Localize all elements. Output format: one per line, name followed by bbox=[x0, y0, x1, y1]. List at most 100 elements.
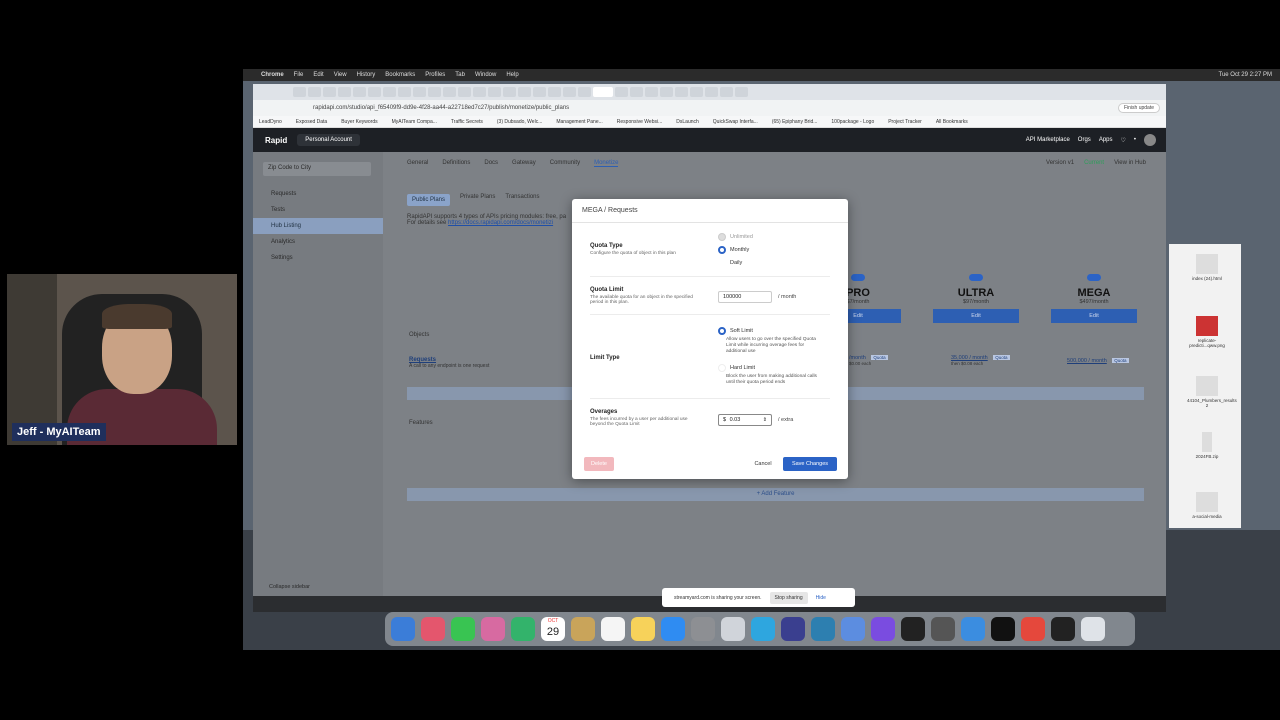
chrome-icon[interactable] bbox=[1021, 617, 1045, 641]
browser-tab[interactable] bbox=[338, 87, 351, 97]
facetime-icon[interactable] bbox=[511, 617, 535, 641]
stepper-icon[interactable]: ⇕ bbox=[763, 417, 767, 423]
sidebar-item-requests[interactable]: Requests bbox=[253, 186, 383, 202]
finder-icon[interactable] bbox=[391, 617, 415, 641]
tab-monetize[interactable]: Monetize bbox=[594, 160, 619, 167]
browser-tab[interactable] bbox=[323, 87, 336, 97]
radio-hard-limit[interactable]: Hard Limit bbox=[718, 364, 755, 372]
browser-tab[interactable] bbox=[645, 87, 658, 97]
tab-community[interactable]: Community bbox=[550, 160, 580, 167]
browser-tab[interactable] bbox=[473, 87, 486, 97]
radio-unlimited[interactable]: Unlimited bbox=[718, 233, 753, 241]
menu-history[interactable]: History bbox=[357, 72, 376, 78]
tab-transactions[interactable]: Transactions bbox=[505, 194, 539, 206]
browser-tab[interactable] bbox=[563, 87, 576, 97]
messages-icon[interactable] bbox=[451, 617, 475, 641]
browser-tab[interactable] bbox=[548, 87, 561, 97]
app-icon[interactable] bbox=[931, 617, 955, 641]
radio-daily[interactable]: Daily bbox=[718, 259, 742, 267]
files-icon[interactable] bbox=[961, 617, 985, 641]
browser-tab[interactable] bbox=[735, 87, 748, 97]
app-store-icon[interactable] bbox=[661, 617, 685, 641]
plan-toggle[interactable] bbox=[969, 274, 983, 281]
url-field[interactable]: rapidapi.com/studio/api_f65409f9-dd9e-4f… bbox=[313, 105, 853, 111]
add-feature-button[interactable]: + Add Feature bbox=[407, 488, 1144, 501]
delete-button[interactable]: Delete bbox=[584, 457, 614, 471]
radio-monthly[interactable]: Monthly bbox=[718, 246, 749, 254]
sidebar-item-analytics[interactable]: Analytics bbox=[253, 234, 383, 250]
file-item[interactable]: 2024FB.zip bbox=[1187, 432, 1227, 459]
view-in-hub-link[interactable]: View in Hub bbox=[1114, 160, 1146, 166]
browser-tab[interactable] bbox=[398, 87, 411, 97]
file-item[interactable]: a-social-media bbox=[1187, 492, 1227, 519]
menu-file[interactable]: File bbox=[294, 72, 304, 78]
plan-toggle[interactable] bbox=[1087, 274, 1101, 281]
api-marketplace-link[interactable]: API Marketplace bbox=[1026, 137, 1070, 143]
browser-tab[interactable] bbox=[368, 87, 381, 97]
file-item[interactable]: replicate-predicti...qww.png bbox=[1187, 316, 1227, 348]
browser-tab[interactable] bbox=[413, 87, 426, 97]
file-item[interactable]: 44104_Plumbers_results 2 bbox=[1187, 376, 1237, 408]
browser-tab[interactable] bbox=[503, 87, 516, 97]
app-icon[interactable] bbox=[1051, 617, 1075, 641]
notes-icon[interactable] bbox=[631, 617, 655, 641]
menu-window[interactable]: Window bbox=[475, 72, 496, 78]
tab-private-plans[interactable]: Private Plans bbox=[460, 194, 495, 206]
launchpad-icon[interactable] bbox=[421, 617, 445, 641]
bookmark-item[interactable]: Management Pane... bbox=[556, 119, 602, 125]
browser-tab[interactable] bbox=[720, 87, 733, 97]
radio-soft-limit[interactable]: Soft Limit bbox=[718, 327, 753, 335]
bookmark-item[interactable]: LeadDyno bbox=[259, 119, 282, 125]
terminal-icon[interactable] bbox=[991, 617, 1015, 641]
browser-tab[interactable] bbox=[458, 87, 471, 97]
save-changes-button[interactable]: Save Changes bbox=[783, 457, 837, 471]
tab-general[interactable]: General bbox=[407, 160, 428, 167]
calendar-icon[interactable]: OCT 29 bbox=[541, 617, 565, 641]
browser-tab[interactable] bbox=[578, 87, 591, 97]
reminders-icon[interactable] bbox=[601, 617, 625, 641]
menu-view[interactable]: View bbox=[334, 72, 347, 78]
browser-tab[interactable] bbox=[630, 87, 643, 97]
bell-icon[interactable]: • bbox=[1134, 137, 1136, 143]
browser-tab[interactable] bbox=[428, 87, 441, 97]
avatar[interactable] bbox=[1144, 134, 1156, 146]
bookmark-item[interactable]: (65) Epiphany Brid... bbox=[772, 119, 818, 125]
collapse-sidebar-button[interactable]: Collapse sidebar bbox=[269, 584, 310, 590]
sidebar-item-hub-listing[interactable]: Hub Listing bbox=[253, 218, 383, 234]
plan-edit-button[interactable]: Edit bbox=[933, 309, 1019, 323]
stop-sharing-button[interactable]: Stop sharing bbox=[769, 591, 808, 604]
version-select[interactable]: Version v1 bbox=[1046, 160, 1074, 166]
browser-tab[interactable] bbox=[293, 87, 306, 97]
browser-tab[interactable] bbox=[675, 87, 688, 97]
account-switcher[interactable]: Personal Account bbox=[297, 134, 360, 146]
menu-edit[interactable]: Edit bbox=[313, 72, 323, 78]
menu-bookmarks[interactable]: Bookmarks bbox=[385, 72, 415, 78]
browser-tab[interactable] bbox=[383, 87, 396, 97]
menu-help[interactable]: Help bbox=[506, 72, 518, 78]
app-icon[interactable] bbox=[811, 617, 835, 641]
tab-public-plans[interactable]: Public Plans bbox=[407, 194, 451, 206]
sidebar-item-tests[interactable]: Tests bbox=[253, 202, 383, 218]
bookmark-item[interactable]: Buyer Keywords bbox=[341, 119, 377, 125]
bookmark-item[interactable]: Traffic Secrets bbox=[451, 119, 483, 125]
browser-tab[interactable] bbox=[518, 87, 531, 97]
heart-icon[interactable]: ♡ bbox=[1121, 137, 1126, 144]
menu-profiles[interactable]: Profiles bbox=[425, 72, 445, 78]
apps-link[interactable]: Apps bbox=[1099, 137, 1113, 143]
bookmark-item[interactable]: Exposed Data bbox=[296, 119, 327, 125]
unity-icon[interactable] bbox=[901, 617, 925, 641]
finish-update-button[interactable]: Finish update bbox=[1117, 103, 1160, 113]
overages-input[interactable]: $ 0.03 ⇕ bbox=[718, 414, 772, 426]
photos-icon[interactable] bbox=[481, 617, 505, 641]
browser-tab[interactable] bbox=[705, 87, 718, 97]
bookmark-item[interactable]: 100package - Logo bbox=[831, 119, 874, 125]
bookmark-item[interactable]: MyAITeam Compa... bbox=[392, 119, 437, 125]
browser-tab[interactable] bbox=[533, 87, 546, 97]
system-settings-icon[interactable] bbox=[691, 617, 715, 641]
telegram-icon[interactable] bbox=[751, 617, 775, 641]
menu-tab[interactable]: Tab bbox=[455, 72, 465, 78]
file-item[interactable]: index (24).html bbox=[1187, 254, 1227, 281]
mail-icon[interactable] bbox=[841, 617, 865, 641]
preview-icon[interactable] bbox=[721, 617, 745, 641]
bookmark-item[interactable]: Project Tracker bbox=[888, 119, 922, 125]
